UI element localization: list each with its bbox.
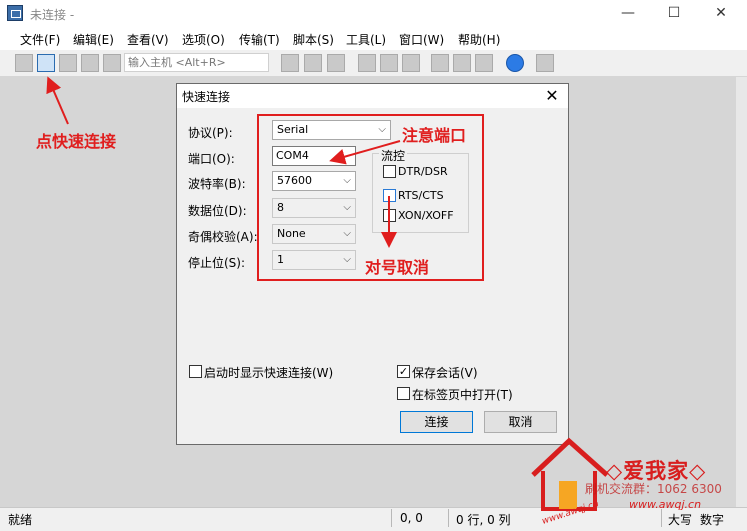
watermark-brand: ◇爱我家◇ — [606, 459, 707, 483]
annotation-click-quick: 点快速连接 — [36, 132, 117, 151]
annotation-uncheck: 对号取消 — [365, 258, 430, 277]
watermark-url: www.awqj.cn — [629, 498, 702, 511]
arrow-to-port — [329, 140, 401, 165]
annotation-note-port: 注意端口 — [402, 126, 467, 145]
arrow-to-quick-connect — [46, 76, 69, 125]
